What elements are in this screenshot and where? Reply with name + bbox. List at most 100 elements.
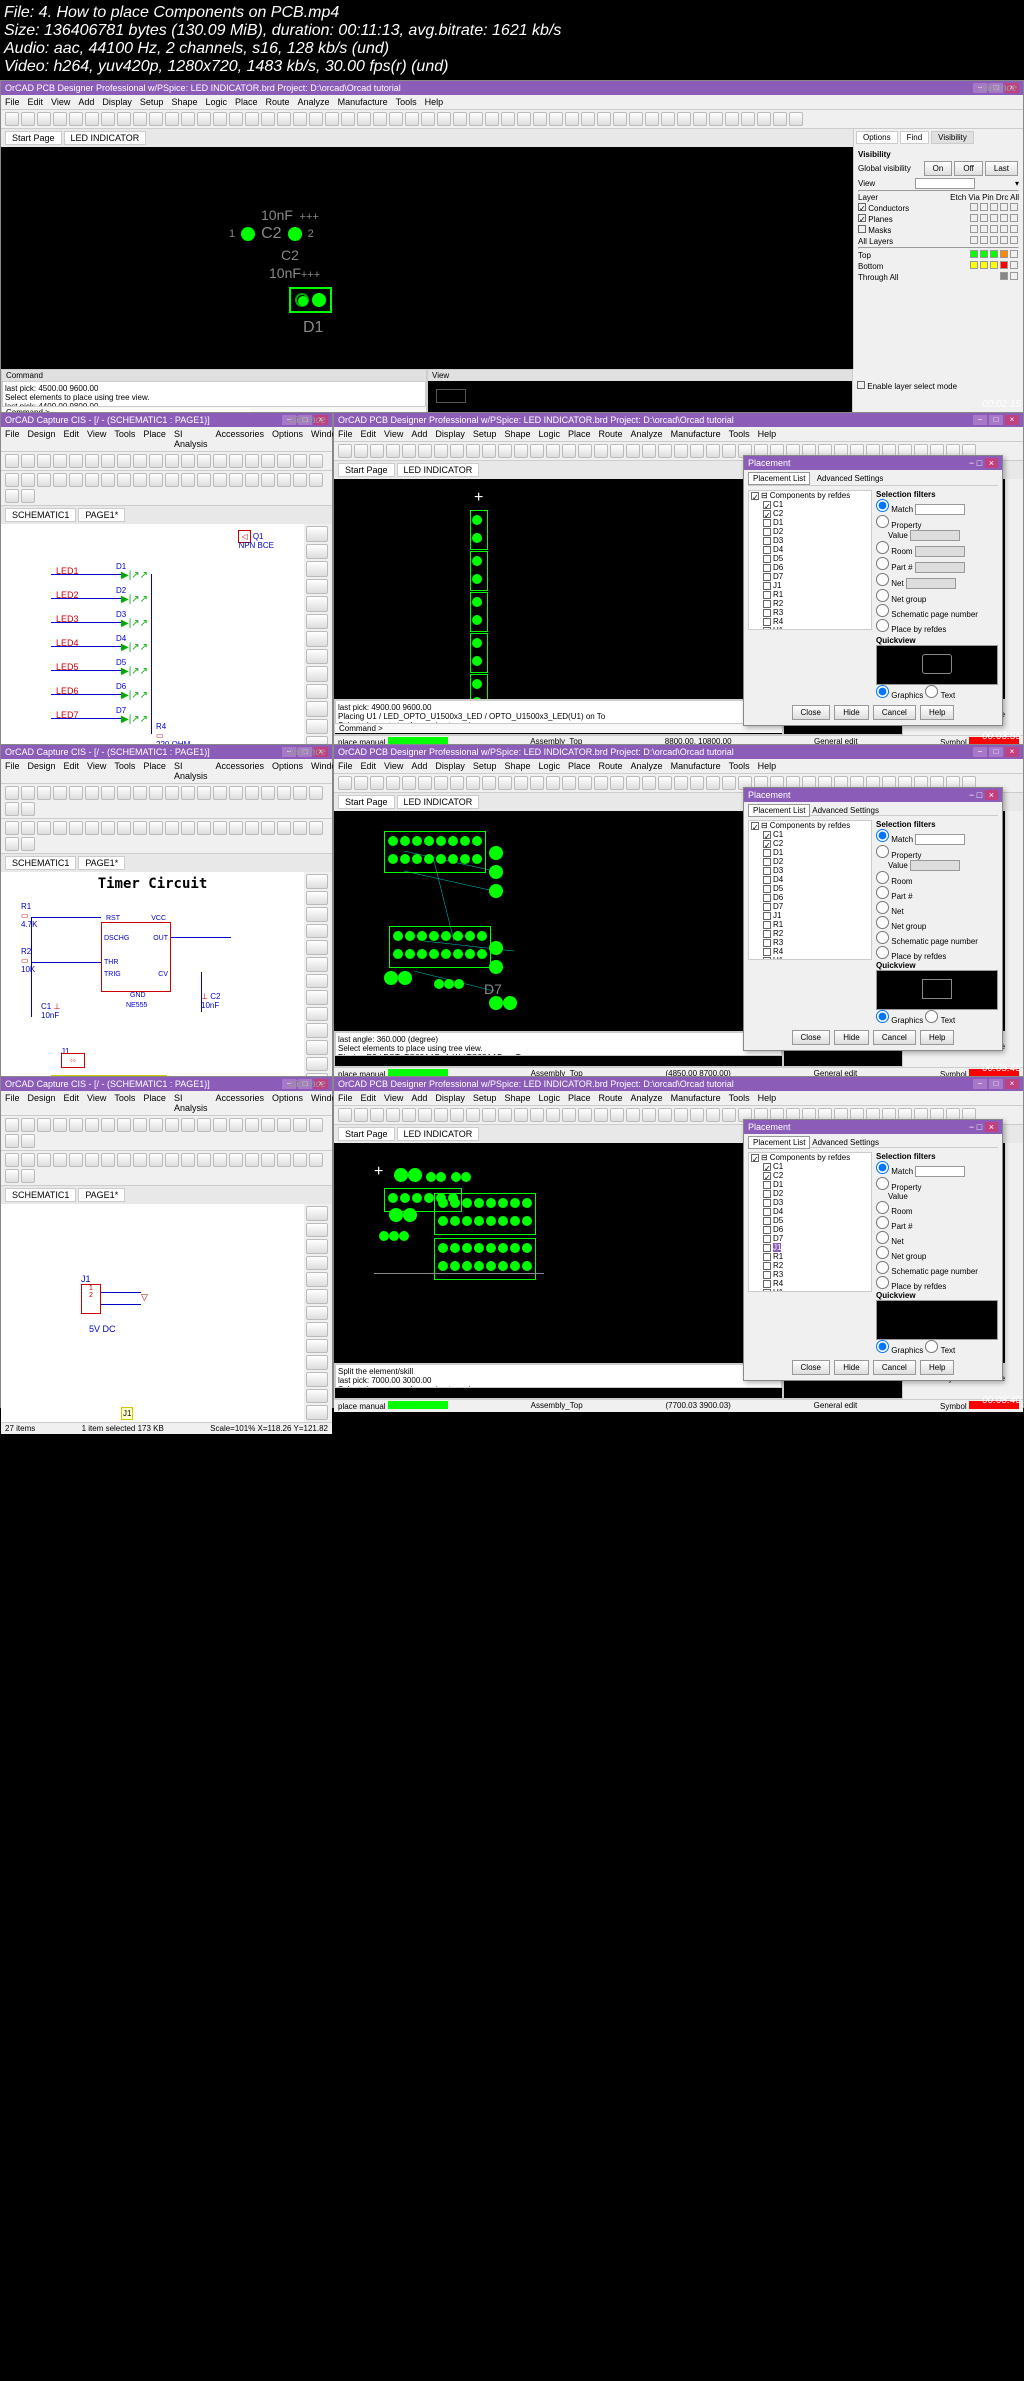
- dlg-min[interactable]: −: [969, 458, 974, 468]
- tab-led[interactable]: LED INDICATOR: [64, 131, 147, 145]
- toolbar-button[interactable]: [485, 112, 499, 126]
- menu-acc[interactable]: Accessories: [215, 429, 264, 449]
- tree-item-D1[interactable]: D1: [761, 1180, 871, 1189]
- tree-item-J1[interactable]: J1: [761, 1243, 871, 1252]
- toolbar-button[interactable]: [165, 473, 179, 487]
- tree-item-D6[interactable]: D6: [761, 1225, 871, 1234]
- toolbar-button[interactable]: [53, 454, 67, 468]
- toolbar-button[interactable]: [37, 454, 51, 468]
- menu-display[interactable]: Display: [102, 97, 132, 107]
- toolbar-button[interactable]: [245, 473, 259, 487]
- toolbar-button[interactable]: [53, 473, 67, 487]
- 5v-schematic[interactable]: J1 12 ▽ 5V DC J1: [1, 1204, 304, 1422]
- vis-off[interactable]: Off: [954, 161, 983, 176]
- tree-item-R1[interactable]: R1: [761, 1252, 871, 1261]
- tree-item-D3[interactable]: D3: [761, 536, 871, 545]
- toolbar-button[interactable]: [117, 112, 131, 126]
- tab-start[interactable]: Start Page: [5, 131, 62, 145]
- toolbar-button[interactable]: [69, 112, 83, 126]
- menu-view[interactable]: View: [51, 97, 70, 107]
- check[interactable]: ✓: [858, 214, 866, 222]
- toolbar-button[interactable]: [21, 473, 35, 487]
- filter-match[interactable]: [876, 499, 889, 512]
- toolbar-button[interactable]: [101, 473, 115, 487]
- toolbar-button[interactable]: [741, 112, 755, 126]
- toolbar-button[interactable]: [789, 112, 803, 126]
- tree-item-D4[interactable]: D4: [761, 1207, 871, 1216]
- cancel-button[interactable]: Cancel: [873, 705, 916, 720]
- toolbar-button[interactable]: [213, 473, 227, 487]
- toolbar-button[interactable]: [549, 112, 563, 126]
- timer-schematic[interactable]: Timer Circuit RST VCC DSCHG OUT THR TRIG…: [1, 872, 304, 1090]
- toolbar-button[interactable]: [693, 112, 707, 126]
- toolbar-button[interactable]: [293, 112, 307, 126]
- tree-item-D4[interactable]: D4: [761, 545, 871, 554]
- tree-item-R1[interactable]: R1: [761, 590, 871, 599]
- toolbar-button[interactable]: [341, 112, 355, 126]
- tree-item-U1[interactable]: U1: [761, 1288, 871, 1292]
- toolbar-button[interactable]: [437, 112, 451, 126]
- menu-edit[interactable]: Edit: [64, 429, 80, 449]
- menu-logic[interactable]: Logic: [205, 97, 227, 107]
- menu-tools[interactable]: Tools: [396, 97, 417, 107]
- toolbar-button[interactable]: [53, 112, 67, 126]
- toolbar-button[interactable]: [645, 112, 659, 126]
- side-button[interactable]: [306, 614, 328, 630]
- tab-placement-list[interactable]: Placement List: [748, 472, 810, 485]
- tree-item-J1[interactable]: J1: [761, 911, 871, 920]
- side-button[interactable]: [306, 544, 328, 560]
- toolbar-button[interactable]: [181, 454, 195, 468]
- toolbar-button[interactable]: [389, 112, 403, 126]
- pad[interactable]: [288, 227, 302, 241]
- menu-shape[interactable]: Shape: [171, 97, 197, 107]
- tree-item-D2[interactable]: D2: [761, 857, 871, 866]
- vis-on[interactable]: On: [924, 161, 953, 176]
- toolbar-button[interactable]: [453, 112, 467, 126]
- toolbar-button[interactable]: [133, 112, 147, 126]
- toolbar-button[interactable]: [197, 454, 211, 468]
- tree-item-R2[interactable]: R2: [761, 929, 871, 938]
- toolbar-button[interactable]: [37, 112, 51, 126]
- toolbar-button[interactable]: [117, 473, 131, 487]
- toolbar-button[interactable]: [133, 473, 147, 487]
- menu-tools[interactable]: Tools: [114, 429, 135, 449]
- tree-item-C2[interactable]: ✓ C2: [761, 839, 871, 848]
- toolbar-button[interactable]: [661, 112, 675, 126]
- toolbar-button[interactable]: [197, 473, 211, 487]
- close-button[interactable]: Close: [792, 705, 830, 720]
- tree-item-U1[interactable]: U1: [761, 956, 871, 960]
- toolbar-button[interactable]: [101, 454, 115, 468]
- toolbar-button[interactable]: [421, 112, 435, 126]
- menu-help[interactable]: Help: [425, 97, 444, 107]
- toolbar-button[interactable]: [709, 112, 723, 126]
- toolbar-button[interactable]: [69, 454, 83, 468]
- toolbar-button[interactable]: [229, 454, 243, 468]
- match-input[interactable]: [915, 504, 965, 515]
- tree-item-R3[interactable]: R3: [761, 1270, 871, 1279]
- hide-button[interactable]: Hide: [834, 705, 868, 720]
- menu-setup[interactable]: Setup: [140, 97, 164, 107]
- toolbar-button[interactable]: [245, 454, 259, 468]
- toolbar-button[interactable]: [85, 112, 99, 126]
- toolbar-button[interactable]: [213, 112, 227, 126]
- toolbar-button[interactable]: [85, 473, 99, 487]
- tree-item-D7[interactable]: D7: [761, 902, 871, 911]
- tree-item-D6[interactable]: D6: [761, 893, 871, 902]
- tree-item-R4[interactable]: R4: [761, 1279, 871, 1288]
- pad[interactable]: [312, 293, 326, 307]
- toolbar-button[interactable]: [277, 454, 291, 468]
- tree-item-R2[interactable]: R2: [761, 599, 871, 608]
- tree-item-D5[interactable]: D5: [761, 1216, 871, 1225]
- help-button[interactable]: Help: [920, 705, 954, 720]
- toolbar-button[interactable]: [469, 112, 483, 126]
- menu-edit[interactable]: Edit: [28, 97, 44, 107]
- menu-route[interactable]: Route: [266, 97, 290, 107]
- toolbar-button[interactable]: [597, 112, 611, 126]
- toolbar-button[interactable]: [165, 454, 179, 468]
- side-button[interactable]: [306, 684, 328, 700]
- toolbar-button[interactable]: [245, 112, 259, 126]
- tree-item-D2[interactable]: D2: [761, 1189, 871, 1198]
- toolbar-button[interactable]: [293, 454, 307, 468]
- filter-property[interactable]: [876, 515, 889, 528]
- tree-item-R1[interactable]: R1: [761, 920, 871, 929]
